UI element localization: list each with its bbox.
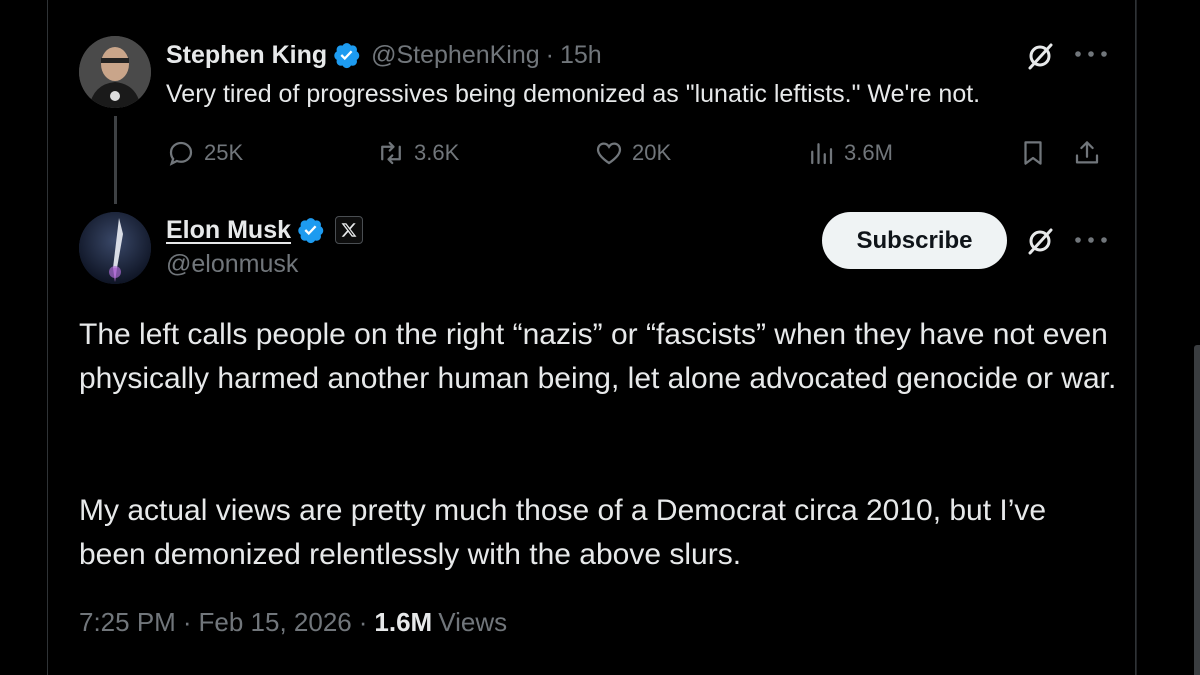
post-date[interactable]: Feb 15, 2026: [199, 607, 352, 638]
parent-header: Stephen King @StephenKing · 15h: [166, 38, 602, 72]
heart-icon: [596, 142, 622, 165]
author-handle[interactable]: @elonmusk: [166, 250, 298, 279]
more-icon[interactable]: [1074, 50, 1108, 58]
x-affiliate-icon[interactable]: [335, 216, 364, 244]
thread-connector: [114, 116, 117, 204]
separator: ·: [358, 607, 368, 637]
views-icon: [811, 143, 833, 165]
subscribe-button[interactable]: Subscribe: [822, 212, 1007, 269]
tweet-header: Elon Musk: [166, 212, 364, 248]
verified-badge-icon[interactable]: [297, 216, 325, 244]
verified-badge-icon[interactable]: [333, 41, 361, 69]
tweet-metadata: 7:25 PM · Feb 15, 2026 · 1.6M Views: [79, 607, 507, 638]
separator: ·: [545, 40, 554, 69]
share-icon: [1075, 141, 1099, 164]
bookmark-button[interactable]: [1018, 136, 1048, 170]
grok-icon[interactable]: [1024, 40, 1056, 72]
reply-icon: [169, 141, 193, 166]
views-count: 3.6M: [844, 140, 893, 165]
post-age[interactable]: 15h: [560, 41, 602, 70]
views-button[interactable]: 3.6M: [806, 136, 893, 170]
author-name[interactable]: Stephen King: [166, 41, 327, 70]
grok-icon[interactable]: [1024, 225, 1056, 257]
author-handle[interactable]: @StephenKing: [371, 41, 540, 70]
separator: ·: [182, 607, 192, 637]
views-count: 1.6M: [374, 607, 433, 637]
repost-count: 3.6K: [414, 140, 460, 165]
reply-count: 25K: [204, 140, 244, 165]
bookmark-icon: [1024, 141, 1042, 165]
avatar[interactable]: [79, 212, 151, 284]
repost-button[interactable]: 3.6K: [376, 136, 459, 170]
share-button[interactable]: [1072, 136, 1102, 170]
scrollbar[interactable]: [1194, 345, 1200, 675]
like-count: 20K: [632, 140, 672, 165]
like-button[interactable]: 20K: [594, 136, 671, 170]
avatar[interactable]: [79, 36, 151, 108]
parent-tweet-text: Very tired of progressives being demoniz…: [166, 80, 981, 108]
author-name[interactable]: Elon Musk: [166, 216, 291, 245]
tweet-text-paragraph: My actual views are pretty much those of…: [79, 494, 1047, 571]
column-divider: [1136, 0, 1137, 675]
tweet-text-paragraph: The left calls people on the right “nazi…: [79, 318, 1117, 395]
views-label: Views: [438, 607, 508, 637]
repost-icon: [381, 141, 401, 165]
reply-button[interactable]: 25K: [166, 136, 243, 170]
more-icon[interactable]: [1074, 236, 1108, 244]
post-time[interactable]: 7:25 PM: [79, 607, 176, 638]
